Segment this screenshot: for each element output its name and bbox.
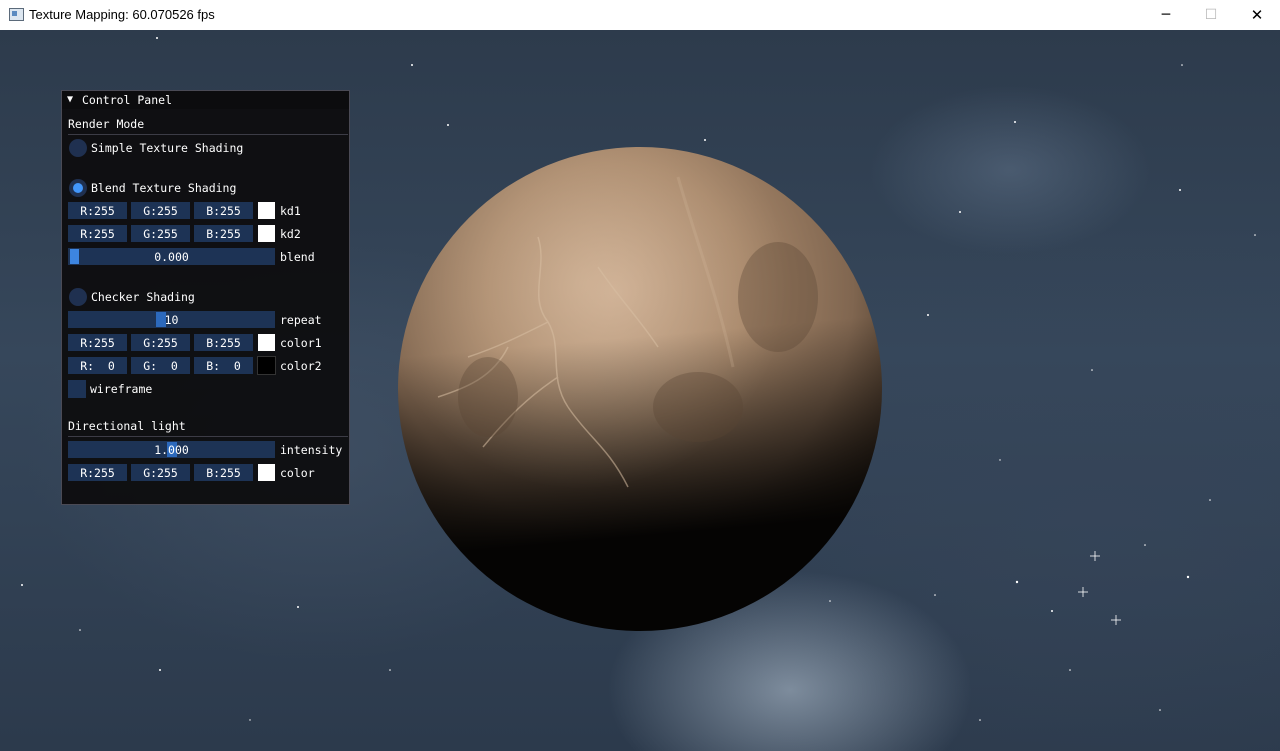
blend-texture-label: Blend Texture Shading [91, 181, 237, 195]
light-color-label: color [280, 466, 315, 480]
color2-b-field[interactable]: B: 0 [194, 357, 253, 374]
blend-slider[interactable]: 0.000 [68, 248, 275, 265]
kd1-color-swatch[interactable] [258, 202, 275, 219]
color1-b-field[interactable]: B:255 [194, 334, 253, 351]
intensity-value: 1.000 [154, 442, 189, 457]
repeat-value: 10 [164, 312, 179, 327]
repeat-label: repeat [280, 313, 322, 327]
color1-r-field[interactable]: R:255 [68, 334, 127, 351]
minimize-button[interactable]: ─ [1143, 0, 1189, 30]
intensity-input[interactable]: 1.000 [68, 441, 275, 458]
app-icon [9, 8, 24, 21]
intensity-label: intensity [280, 443, 343, 457]
light-color-swatch[interactable] [258, 464, 275, 481]
color2-g-field[interactable]: G: 0 [131, 357, 190, 374]
title-bar: Texture Mapping: 60.070526 fps ─ ☐ ✕ [0, 0, 1280, 31]
color2-label: color2 [280, 359, 322, 373]
blend-label: blend [280, 250, 315, 264]
blend-texture-radio[interactable] [69, 179, 87, 197]
kd2-label: kd2 [280, 227, 301, 241]
simple-texture-radio[interactable] [69, 139, 87, 157]
simple-texture-label: Simple Texture Shading [91, 141, 244, 155]
wireframe-label: wireframe [90, 382, 153, 396]
kd2-r-field[interactable]: R:255 [68, 225, 127, 242]
wireframe-checkbox[interactable] [68, 380, 86, 398]
directional-light-heading: Directional light [68, 419, 186, 433]
kd1-label: kd1 [280, 204, 301, 218]
light-separator [68, 436, 348, 437]
kd2-color-swatch[interactable] [258, 225, 275, 242]
collapse-triangle-icon[interactable]: ▼ [67, 94, 73, 105]
panel-header[interactable]: ▼ Control Panel [62, 91, 349, 109]
color1-swatch[interactable] [258, 334, 275, 351]
blend-slider-grab[interactable] [70, 249, 79, 264]
light-color-g-field[interactable]: G:255 [131, 464, 190, 481]
color1-label: color1 [280, 336, 322, 350]
color2-r-field[interactable]: R: 0 [68, 357, 127, 374]
kd1-r-field[interactable]: R:255 [68, 202, 127, 219]
checker-shading-radio[interactable] [69, 288, 87, 306]
light-color-r-field[interactable]: R:255 [68, 464, 127, 481]
render-mode-heading: Render Mode [68, 117, 145, 131]
kd2-b-field[interactable]: B:255 [194, 225, 253, 242]
light-color-b-field[interactable]: B:255 [194, 464, 253, 481]
window-title: Texture Mapping: 60.070526 fps [29, 7, 215, 22]
kd2-g-field[interactable]: G:255 [131, 225, 190, 242]
render-mode-separator [68, 134, 348, 135]
textured-planet [398, 147, 882, 631]
panel-title: Control Panel [82, 93, 173, 107]
repeat-input[interactable]: 10 [68, 311, 275, 328]
color2-swatch[interactable] [257, 356, 276, 375]
kd1-b-field[interactable]: B:255 [194, 202, 253, 219]
maximize-button[interactable]: ☐ [1188, 0, 1234, 30]
blend-value: 0.000 [154, 249, 189, 264]
color1-g-field[interactable]: G:255 [131, 334, 190, 351]
control-panel: ▼ Control Panel Render Mode Simple Textu… [61, 90, 350, 505]
close-button[interactable]: ✕ [1234, 0, 1280, 30]
checker-shading-label: Checker Shading [91, 290, 195, 304]
kd1-g-field[interactable]: G:255 [131, 202, 190, 219]
